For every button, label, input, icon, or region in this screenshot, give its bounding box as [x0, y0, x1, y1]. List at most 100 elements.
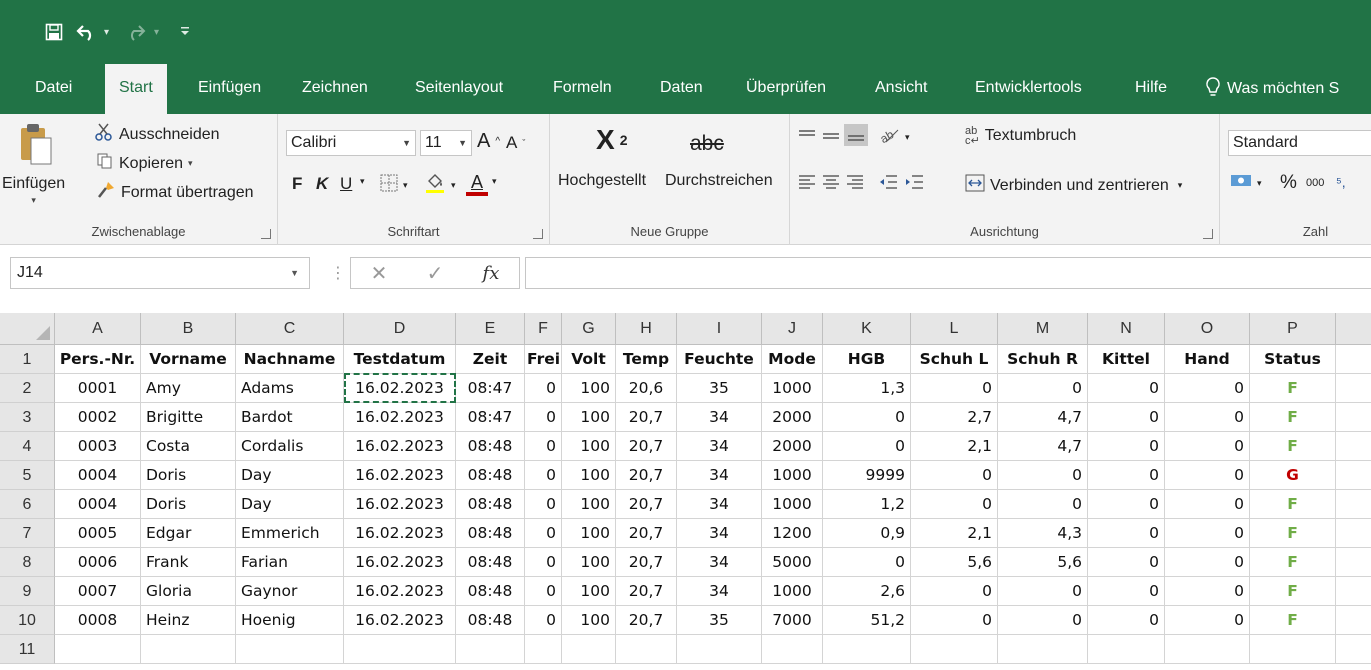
- row-header[interactable]: 1: [0, 345, 55, 374]
- data-cell[interactable]: Cordalis: [236, 432, 344, 461]
- enter-icon[interactable]: ✓: [427, 261, 444, 286]
- data-cell[interactable]: 2,6: [823, 577, 911, 606]
- data-cell[interactable]: 0: [1165, 490, 1250, 519]
- column-header-i[interactable]: I: [677, 313, 762, 345]
- row-header[interactable]: 10: [0, 606, 55, 635]
- underline-dropdown-icon[interactable]: ▾: [360, 176, 365, 187]
- row-header[interactable]: 9: [0, 577, 55, 606]
- data-cell[interactable]: 0: [823, 548, 911, 577]
- formula-bar-splitter[interactable]: ⋮: [330, 263, 346, 283]
- data-cell[interactable]: Day: [236, 461, 344, 490]
- data-cell[interactable]: 0: [1088, 577, 1165, 606]
- data-cell[interactable]: 0: [1088, 490, 1165, 519]
- number-format-combo[interactable]: Standard: [1228, 130, 1371, 156]
- superscript-button[interactable]: Hochgestellt: [558, 172, 646, 190]
- customize-qat-icon[interactable]: [180, 26, 194, 39]
- header-cell[interactable]: Temp: [616, 345, 677, 374]
- empty-cell[interactable]: [1336, 403, 1371, 432]
- data-cell[interactable]: 0: [1165, 519, 1250, 548]
- format-painter-button[interactable]: Format übertragen: [96, 180, 254, 205]
- wrap-text-button[interactable]: ab c↵ Textumbruch: [965, 126, 1076, 147]
- column-header-b[interactable]: B: [141, 313, 236, 345]
- data-cell[interactable]: 0: [1165, 403, 1250, 432]
- empty-cell[interactable]: [344, 635, 456, 664]
- data-cell[interactable]: 16.02.2023: [344, 403, 456, 432]
- worksheet-grid[interactable]: A B C D E F G H I J K L M N O P 1 Pers.-Nr. Vorname Nachnam…: [0, 305, 1371, 670]
- data-cell[interactable]: 100: [562, 403, 616, 432]
- data-cell[interactable]: 100: [562, 606, 616, 635]
- status-cell[interactable]: F: [1250, 490, 1336, 519]
- data-cell[interactable]: Brigitte: [141, 403, 236, 432]
- data-cell[interactable]: 0004: [55, 461, 141, 490]
- empty-cell[interactable]: [236, 635, 344, 664]
- empty-cell[interactable]: [762, 635, 823, 664]
- data-cell[interactable]: 35: [677, 374, 762, 403]
- column-header-c[interactable]: C: [236, 313, 344, 345]
- data-cell[interactable]: 2,7: [911, 403, 998, 432]
- empty-cell[interactable]: [1336, 519, 1371, 548]
- data-cell[interactable]: 0: [1165, 606, 1250, 635]
- header-cell[interactable]: Hand: [1165, 345, 1250, 374]
- empty-cell[interactable]: [525, 635, 562, 664]
- data-cell[interactable]: 0: [823, 432, 911, 461]
- strikethrough-icon[interactable]: abc: [690, 132, 724, 156]
- row-header[interactable]: 7: [0, 519, 55, 548]
- align-right-button[interactable]: [846, 174, 864, 190]
- data-cell[interactable]: 16.02.2023: [344, 461, 456, 490]
- data-cell[interactable]: 1000: [762, 490, 823, 519]
- header-cell[interactable]: Mode: [762, 345, 823, 374]
- data-cell[interactable]: 100: [562, 577, 616, 606]
- data-cell[interactable]: 34: [677, 403, 762, 432]
- tab-zeichnen[interactable]: Zeichnen: [302, 64, 368, 114]
- data-cell[interactable]: 0: [1088, 461, 1165, 490]
- column-header-e[interactable]: E: [456, 313, 525, 345]
- font-name-dropdown-icon[interactable]: ▼: [402, 131, 411, 155]
- percent-button[interactable]: %: [1280, 172, 1297, 194]
- data-cell[interactable]: 08:48: [456, 519, 525, 548]
- data-cell[interactable]: 0: [1088, 403, 1165, 432]
- align-center-button[interactable]: [822, 174, 840, 190]
- accounting-format-button[interactable]: ▾: [1230, 172, 1262, 195]
- data-cell[interactable]: 0: [1165, 577, 1250, 606]
- insert-function-icon[interactable]: fx: [483, 263, 500, 284]
- data-cell[interactable]: 0: [911, 490, 998, 519]
- data-cell[interactable]: 20,7: [616, 403, 677, 432]
- status-cell[interactable]: F: [1250, 432, 1336, 461]
- data-cell[interactable]: 2,1: [911, 519, 998, 548]
- tab-formeln[interactable]: Formeln: [553, 64, 612, 114]
- italic-button[interactable]: K: [316, 174, 328, 194]
- data-cell[interactable]: 0: [911, 606, 998, 635]
- column-header-a[interactable]: A: [55, 313, 141, 345]
- tab-seitenlayout[interactable]: Seitenlayout: [415, 64, 503, 114]
- header-cell[interactable]: Volt: [562, 345, 616, 374]
- empty-cell[interactable]: [1336, 374, 1371, 403]
- column-header-f[interactable]: F: [525, 313, 562, 345]
- copy-button[interactable]: Kopieren ▾: [96, 152, 193, 175]
- column-header-g[interactable]: G: [562, 313, 616, 345]
- data-cell[interactable]: 08:48: [456, 577, 525, 606]
- data-cell[interactable]: 0: [1165, 432, 1250, 461]
- data-cell[interactable]: Frank: [141, 548, 236, 577]
- fill-color-dropdown-icon[interactable]: ▾: [451, 180, 456, 191]
- row-header[interactable]: 3: [0, 403, 55, 432]
- data-cell[interactable]: 16.02.2023: [344, 548, 456, 577]
- column-header-k[interactable]: K: [823, 313, 911, 345]
- empty-cell[interactable]: [1165, 635, 1250, 664]
- borders-dropdown-icon[interactable]: ▾: [403, 180, 408, 191]
- data-cell[interactable]: 08:47: [456, 374, 525, 403]
- data-cell[interactable]: 5,6: [998, 548, 1088, 577]
- data-cell[interactable]: 16.02.2023: [344, 606, 456, 635]
- empty-cell[interactable]: [1336, 577, 1371, 606]
- data-cell[interactable]: 08:48: [456, 606, 525, 635]
- data-cell[interactable]: 100: [562, 519, 616, 548]
- data-cell[interactable]: 100: [562, 432, 616, 461]
- data-cell[interactable]: 4,7: [998, 432, 1088, 461]
- data-cell[interactable]: 0003: [55, 432, 141, 461]
- status-cell[interactable]: F: [1250, 548, 1336, 577]
- data-cell[interactable]: 08:48: [456, 432, 525, 461]
- data-cell[interactable]: 100: [562, 490, 616, 519]
- data-cell[interactable]: 7000: [762, 606, 823, 635]
- header-cell[interactable]: Status: [1250, 345, 1336, 374]
- align-top-button[interactable]: [798, 128, 816, 144]
- empty-cell[interactable]: [562, 635, 616, 664]
